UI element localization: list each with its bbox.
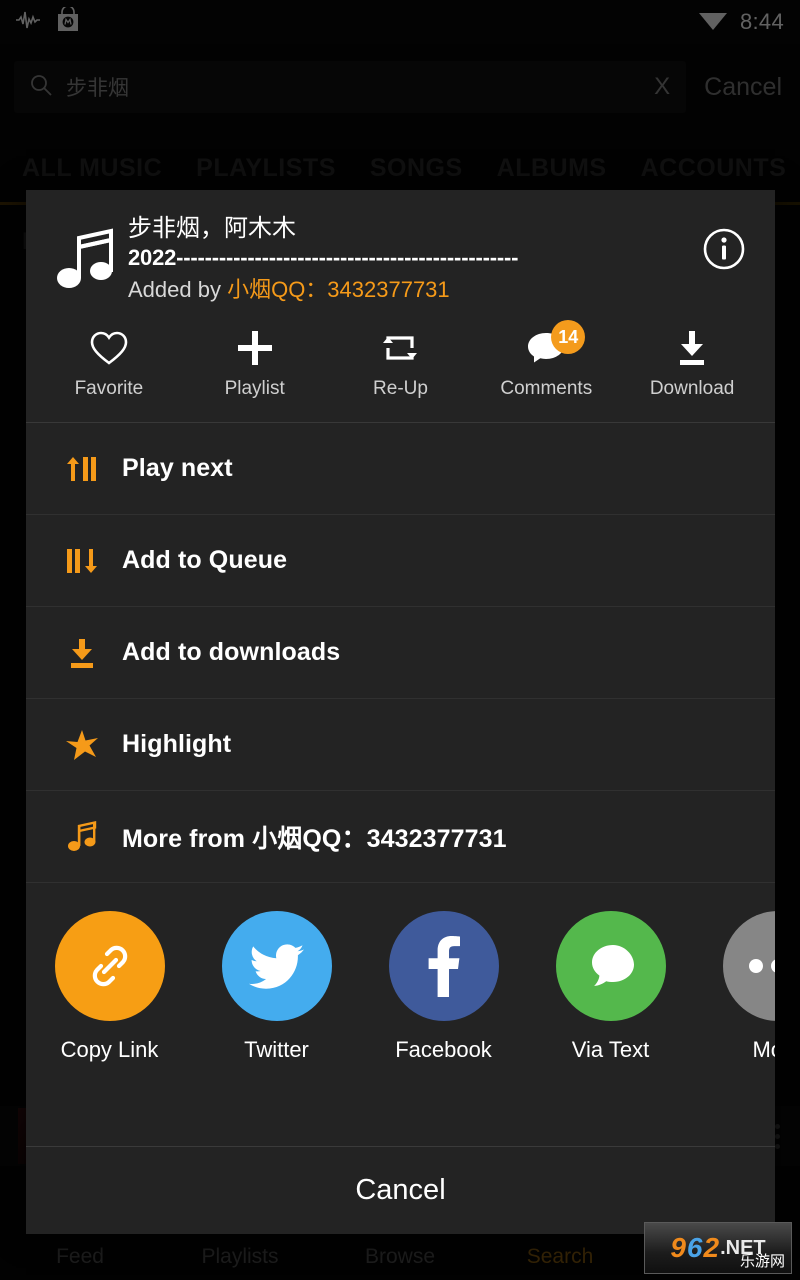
dialog-menu-list: Play next Add to Queue Add to downloads … <box>26 422 775 884</box>
added-by-prefix: Added by <box>128 276 228 302</box>
track-title: 2022------------------------------------… <box>128 245 519 270</box>
comments-count-badge: 14 <box>551 320 586 355</box>
twitter-icon <box>221 911 332 1022</box>
share-more-label: More <box>752 1037 775 1063</box>
music-note-icon <box>62 820 102 853</box>
plus-icon <box>236 328 274 368</box>
track-artist: 步非烟，阿木木 <box>128 215 296 242</box>
ellipsis-icon <box>722 911 775 1022</box>
watermark-9: 9 <box>670 1232 686 1263</box>
dialog-track-info: 步非烟，阿木木 2022----------------------------… <box>122 214 703 304</box>
share-via-text[interactable]: Via Text <box>527 911 694 1063</box>
menu-item-add-to-downloads-label: Add to downloads <box>122 638 341 667</box>
message-icon <box>555 911 666 1022</box>
action-download[interactable]: Download <box>619 328 765 400</box>
menu-item-highlight-label: Highlight <box>122 730 232 759</box>
action-download-label: Download <box>649 378 735 400</box>
share-copy-link[interactable]: Copy Link <box>26 911 193 1063</box>
download-arrow-icon <box>62 637 102 669</box>
repost-icon <box>378 328 422 368</box>
share-facebook[interactable]: Facebook <box>360 911 527 1063</box>
action-reup-label: Re-Up <box>373 378 428 400</box>
action-playlist-label: Playlist <box>224 378 285 400</box>
action-favorite-label: Favorite <box>74 378 144 400</box>
uploader-name[interactable]: 小烟QQ：3432377731 <box>227 277 450 302</box>
menu-item-highlight[interactable]: Highlight <box>26 699 775 792</box>
action-comments-label: Comments <box>500 378 593 400</box>
menu-item-play-next[interactable]: Play next <box>26 423 775 516</box>
action-favorite[interactable]: Favorite <box>36 328 182 400</box>
menu-item-more-from-label: More from 小烟QQ：3432377731 <box>122 824 507 853</box>
site-watermark: 9 6 2 .NET 乐游网 <box>644 1222 792 1274</box>
action-comments[interactable]: 14 Comments <box>473 320 619 400</box>
play-next-icon <box>62 454 102 484</box>
download-icon <box>673 328 711 368</box>
share-twitter[interactable]: Twitter <box>193 911 360 1063</box>
add-to-queue-icon <box>62 546 102 576</box>
track-added-by: Added by 小烟QQ：3432377731 <box>128 275 703 305</box>
action-playlist[interactable]: Playlist <box>182 328 328 400</box>
menu-item-add-to-queue-label: Add to Queue <box>122 546 288 575</box>
dialog-header: 步非烟，阿木木 2022----------------------------… <box>26 190 775 322</box>
share-more[interactable]: More <box>694 911 775 1063</box>
info-icon[interactable] <box>703 214 755 275</box>
dialog-cancel-button[interactable]: Cancel <box>26 1146 775 1234</box>
comment-icon: 14 <box>525 320 586 368</box>
menu-item-play-next-label: Play next <box>122 454 233 483</box>
watermark-6: 6 <box>686 1232 703 1263</box>
dialog-quick-actions: Favorite Playlist Re-Up 14 Comments Down… <box>26 320 775 422</box>
app-root: 8:44 步非烟 X Cancel ALL MUSIC PLAYLISTS SO… <box>0 0 800 1280</box>
facebook-icon <box>388 911 499 1022</box>
share-twitter-label: Twitter <box>244 1037 309 1063</box>
link-icon <box>54 911 165 1022</box>
share-copy-link-label: Copy Link <box>60 1037 159 1063</box>
track-options-dialog: 步非烟，阿木木 2022----------------------------… <box>26 190 775 1234</box>
share-facebook-label: Facebook <box>395 1037 492 1063</box>
heart-icon <box>89 328 129 368</box>
menu-item-add-to-downloads[interactable]: Add to downloads <box>26 607 775 700</box>
watermark-2: 2 <box>703 1232 720 1263</box>
share-via-text-label: Via Text <box>571 1037 650 1063</box>
star-icon <box>62 729 102 761</box>
menu-item-add-to-queue[interactable]: Add to Queue <box>26 515 775 608</box>
music-note-icon <box>46 214 122 292</box>
watermark-cn: 乐游网 <box>739 1253 785 1270</box>
dialog-share-row: Copy Link Twitter Facebook Via Text M <box>26 883 775 1146</box>
action-reup[interactable]: Re-Up <box>328 328 474 400</box>
menu-item-more-from[interactable]: More from 小烟QQ：3432377731 <box>26 791 775 884</box>
